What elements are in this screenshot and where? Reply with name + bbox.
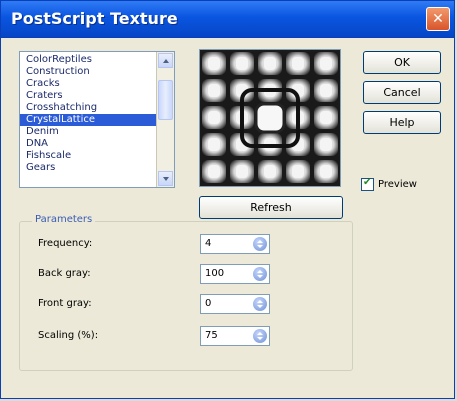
front-gray-label: Front gray: [38,298,92,309]
scroll-thumb[interactable] [158,80,173,120]
close-button[interactable]: ✕ [426,7,450,31]
texture-preview-image [199,49,341,187]
texture-list[interactable]: ColorReptiles Construction Cracks Crater… [19,51,175,188]
list-item-crosshatching[interactable]: Crosshatching [20,102,157,114]
frequency-spinner[interactable]: 4 [200,234,270,254]
front-gray-spin-button[interactable] [253,297,267,311]
preview-label: Preview [378,179,417,190]
scaling-spin-button[interactable] [253,329,267,343]
scaling-spinner[interactable]: 75 [200,326,270,346]
parameters-group: Parameters Frequency: 4 Back gray: 100 F… [19,214,353,371]
back-gray-value[interactable]: 100 [205,268,224,279]
preview-checkbox[interactable]: ✔ Preview [361,177,417,191]
cancel-button[interactable]: Cancel [363,81,441,104]
list-item-dna[interactable]: DNA [20,138,157,150]
scaling-value[interactable]: 75 [205,330,218,341]
scroll-down-icon [163,177,169,181]
front-gray-value[interactable]: 0 [205,298,211,309]
list-item-fishscale[interactable]: Fishscale [20,150,157,162]
back-gray-spin-button[interactable] [253,267,267,281]
postscript-texture-dialog: PostScript Texture ✕ ColorReptiles Const… [0,0,455,399]
scroll-up-button[interactable] [158,53,173,68]
scroll-up-icon [163,59,169,63]
back-gray-label: Back gray: [38,268,91,279]
preview-checkbox-box[interactable]: ✔ [361,177,374,191]
texture-list-items: ColorReptiles Construction Cracks Crater… [20,52,157,187]
scroll-down-button[interactable] [158,171,173,186]
parameters-group-title: Parameters [32,214,96,225]
title-bar[interactable]: PostScript Texture ✕ [1,1,454,38]
list-item-construction[interactable]: Construction [20,66,157,78]
frequency-spin-button[interactable] [253,237,267,251]
list-item-denim[interactable]: Denim [20,126,157,138]
scaling-label: Scaling (%): [38,330,99,341]
refresh-button[interactable]: Refresh [199,196,343,219]
list-item-craters[interactable]: Craters [20,90,157,102]
crystal-lattice-pattern [200,50,340,186]
list-item-cracks[interactable]: Cracks [20,78,157,90]
dialog-title: PostScript Texture [11,9,178,28]
close-icon: ✕ [432,11,444,27]
front-gray-spinner[interactable]: 0 [200,294,270,314]
vertical-scrollbar[interactable] [156,52,174,187]
dialog-client-area: ColorReptiles Construction Cracks Crater… [11,41,444,388]
back-gray-spinner[interactable]: 100 [200,264,270,284]
list-item-colorreptiles[interactable]: ColorReptiles [20,54,157,66]
help-button[interactable]: Help [363,111,441,134]
list-item-crystallattice[interactable]: CrystalLattice [20,114,157,126]
list-item-gears[interactable]: Gears [20,162,157,174]
ok-button[interactable]: OK [363,51,441,74]
checkmark-icon: ✔ [363,177,372,188]
frequency-value[interactable]: 4 [205,238,211,249]
frequency-label: Frequency: [38,238,93,249]
